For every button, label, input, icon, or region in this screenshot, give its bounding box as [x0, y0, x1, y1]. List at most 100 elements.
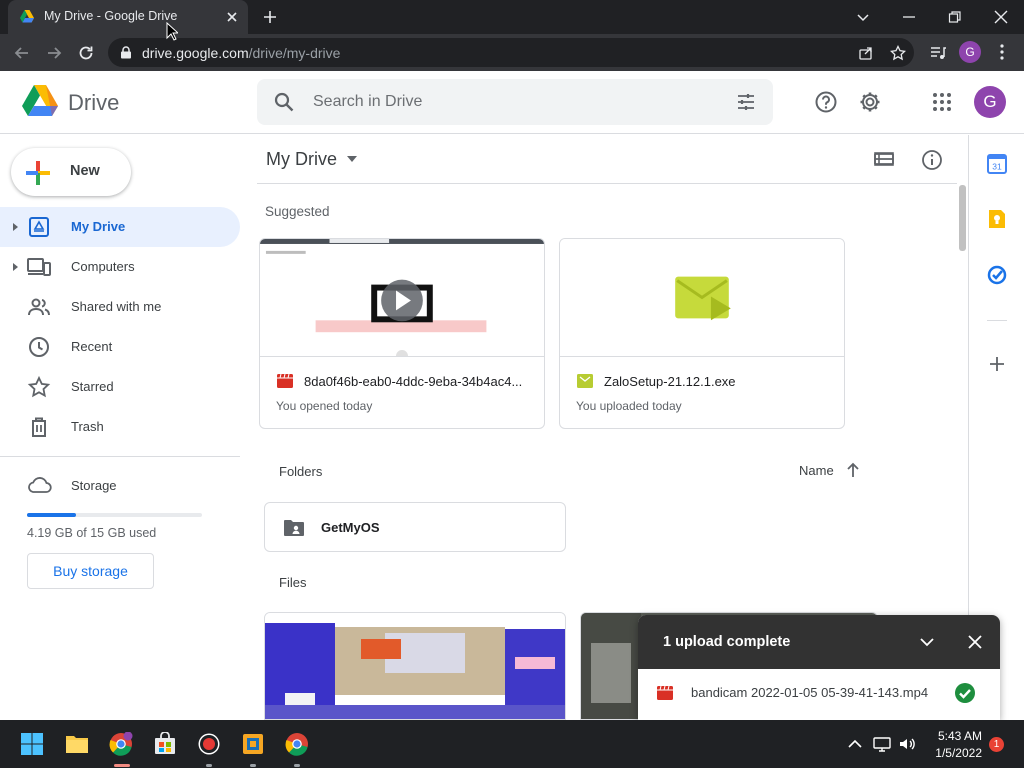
new-button[interactable]: New [11, 148, 131, 196]
suggested-heading: Suggested [265, 204, 330, 219]
video-thumbnail [260, 239, 544, 357]
sidebar-item-recent[interactable]: Recent [0, 327, 240, 367]
new-button-label: New [70, 163, 100, 179]
sidebar-item-shared-with-me[interactable]: Shared with me [0, 287, 240, 327]
running-app-indicator [206, 764, 212, 767]
sidebar-item-starred[interactable]: Starred [0, 367, 240, 407]
chrome-icon[interactable] [285, 732, 309, 756]
drive-app-name[interactable]: Drive [68, 90, 119, 116]
sidebar-item-label: Shared with me [71, 299, 162, 314]
lock-icon[interactable] [120, 46, 132, 59]
clock-time[interactable]: 5:43 AM [930, 729, 982, 743]
video-file-icon [277, 374, 293, 388]
browser-toolbar: drive.google.com/drive/my-drive G [0, 34, 1024, 71]
star-icon [27, 376, 51, 398]
minimize-icon[interactable] [900, 8, 918, 26]
new-tab-icon[interactable] [262, 9, 278, 25]
windows-start-icon[interactable] [20, 732, 44, 756]
microsoft-store-icon[interactable] [153, 732, 177, 756]
sidebar-item-my-drive[interactable]: My Drive [0, 207, 240, 247]
search-icon[interactable] [273, 91, 295, 113]
chrome-profile-icon[interactable] [109, 732, 133, 756]
storage-label[interactable]: Storage [71, 478, 117, 493]
address-bar[interactable]: drive.google.com/drive/my-drive [108, 38, 914, 67]
url-host: drive.google.com [142, 45, 249, 61]
shared-folder-icon [284, 520, 304, 536]
file-activity: You opened today [276, 399, 373, 413]
drive-logo-icon[interactable] [22, 85, 58, 117]
storage-progress-fill [27, 513, 76, 517]
page-title[interactable]: My Drive [266, 149, 337, 170]
buy-storage-button[interactable]: Buy storage [27, 553, 154, 589]
new-plus-icon [26, 161, 50, 185]
uploaded-file-name[interactable]: bandicam 2022-01-05 05-39-41-143.mp4 [691, 685, 928, 700]
sidebar-nav: My Drive Computers Shared with me Recent… [0, 207, 240, 447]
sort-arrow-up-icon[interactable] [846, 462, 860, 478]
keep-icon[interactable] [987, 209, 1007, 229]
screen-recorder-icon[interactable] [197, 732, 221, 756]
search-bar[interactable]: Search in Drive [257, 79, 773, 125]
sidebar-item-computers[interactable]: Computers [0, 247, 240, 287]
calendar-icon[interactable]: 31 [987, 154, 1007, 174]
info-icon[interactable] [921, 149, 943, 171]
suggested-card[interactable]: ZaloSetup-21.12.1.exe You uploaded today [559, 238, 845, 429]
clock-icon [29, 337, 49, 357]
close-window-icon[interactable] [992, 8, 1010, 26]
browser-menu-icon[interactable] [995, 43, 1009, 61]
list-view-icon[interactable] [873, 149, 895, 171]
folder-item[interactable]: GetMyOS [264, 502, 566, 552]
browser-tab-active[interactable]: My Drive - Google Drive [8, 0, 248, 34]
file-name: ZaloSetup-21.12.1.exe [604, 374, 736, 389]
bookmark-star-icon[interactable] [890, 45, 906, 61]
add-addon-icon[interactable] [987, 354, 1007, 374]
apps-grid-icon[interactable] [930, 90, 954, 114]
browser-profile-avatar[interactable]: G [959, 41, 981, 63]
collapse-chevron-icon[interactable] [919, 634, 935, 650]
tab-search-icon[interactable] [854, 8, 872, 26]
media-control-icon[interactable] [929, 44, 947, 62]
sidebar-divider [0, 456, 240, 457]
main-divider [257, 183, 967, 184]
video-file-icon [657, 686, 673, 700]
search-options-icon[interactable] [735, 91, 757, 113]
search-input[interactable]: Search in Drive [313, 93, 422, 111]
upload-status-title: 1 upload complete [663, 634, 791, 650]
settings-gear-icon[interactable] [858, 90, 882, 114]
scrollbar-thumb[interactable] [959, 185, 966, 251]
reload-icon[interactable] [77, 44, 95, 62]
file-activity: You uploaded today [576, 399, 682, 413]
exe-thumbnail [560, 239, 844, 357]
close-icon[interactable] [967, 634, 983, 650]
sidebar-item-label: Recent [71, 339, 113, 354]
back-icon[interactable] [13, 44, 31, 62]
account-avatar[interactable]: G [974, 86, 1006, 118]
expand-caret-icon[interactable] [10, 221, 20, 233]
sidebar-item-trash[interactable]: Trash [0, 407, 240, 447]
notification-badge[interactable]: 1 [989, 737, 1004, 752]
restore-icon[interactable] [946, 8, 964, 26]
app-window-icon[interactable] [241, 732, 265, 756]
upload-status-header: 1 upload complete [638, 615, 1000, 669]
sort-by-name-button[interactable]: Name [799, 463, 834, 478]
volume-icon[interactable] [898, 735, 916, 753]
running-app-indicator [294, 764, 300, 767]
tab-title: My Drive - Google Drive [44, 9, 178, 23]
suggested-card[interactable]: 8da0f46b-eab0-4ddc-9eba-34b4ac4... You o… [259, 238, 545, 429]
expand-caret-icon[interactable] [10, 261, 20, 273]
share-icon[interactable] [858, 45, 874, 61]
upload-complete-check-icon [955, 683, 975, 703]
close-tab-icon[interactable] [224, 9, 240, 25]
chevron-down-icon[interactable] [346, 155, 358, 163]
folder-name: GetMyOS [321, 520, 380, 535]
file-explorer-icon[interactable] [65, 732, 89, 756]
help-icon[interactable] [814, 90, 838, 114]
file-card[interactable] [264, 612, 566, 720]
storage-used-text: 4.19 GB of 15 GB used [27, 526, 157, 540]
clock-date[interactable]: 1/5/2022 [926, 746, 982, 760]
tray-overflow-chevron-icon[interactable] [846, 735, 864, 753]
forward-icon[interactable] [45, 44, 63, 62]
tasks-icon[interactable] [987, 265, 1007, 285]
sidebar-item-label: My Drive [71, 219, 126, 234]
network-icon[interactable] [873, 735, 891, 753]
trash-icon [32, 417, 46, 437]
